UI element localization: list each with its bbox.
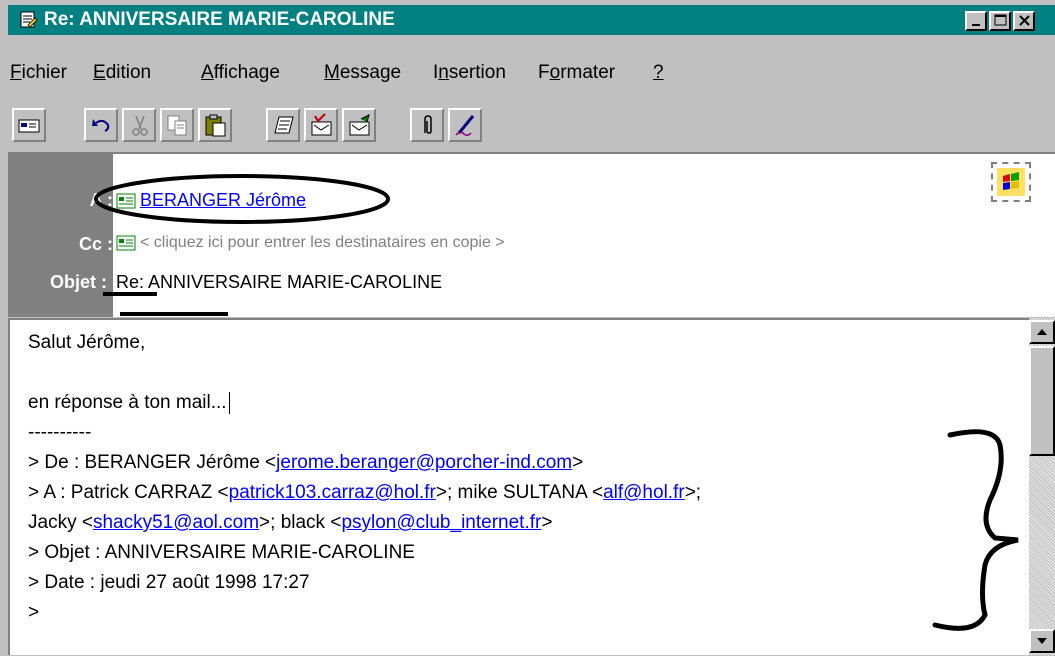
scrollbar-thumb[interactable] <box>1029 346 1055 456</box>
address-book-button[interactable] <box>266 108 300 142</box>
contact-card-icon <box>116 193 136 209</box>
to-field[interactable]: BERANGER Jérôme <box>116 190 306 211</box>
menu-formater[interactable]: Formater <box>538 62 615 84</box>
quoted-to-line: > A : Patrick CARRAZ <patrick103.carraz@… <box>28 482 702 503</box>
menu-affichage[interactable]: Affichage <box>201 62 280 84</box>
quoted-to-continuation: Jacky <shacky51@aol.com>; black <psylon@… <box>28 512 553 533</box>
menu-edition[interactable]: Edition <box>93 62 151 84</box>
subject-prefix: Re: <box>116 272 145 292</box>
message-header: A : BERANGER Jérôme Cc : < cliquez ici p… <box>8 152 1055 317</box>
menu-fichier[interactable]: Fichier <box>10 62 67 84</box>
select-recipients-button[interactable] <box>342 108 376 142</box>
maximize-button[interactable] <box>989 11 1011 31</box>
scroll-down-button[interactable] <box>1029 629 1055 653</box>
send-icon <box>18 119 40 133</box>
quoted-date-line: > Date : jeudi 27 août 1998 17:27 <box>28 572 310 593</box>
menu-insertion[interactable]: Insertion <box>433 62 506 84</box>
check-names-button[interactable] <box>304 108 338 142</box>
cc-placeholder: < cliquez ici pour entrer les destinatai… <box>140 234 505 251</box>
quoted-last-line: > <box>28 602 40 623</box>
quoted-from-line: > De : BERANGER Jérôme <jerome.beranger@… <box>28 452 584 473</box>
toolbar <box>8 100 1055 150</box>
subject-field[interactable]: Re: ANNIVERSAIRE MARIE-CAROLINE <box>116 272 442 293</box>
signature-icon <box>455 115 475 137</box>
undo-icon <box>92 119 110 132</box>
text-caret <box>228 391 230 414</box>
close-button[interactable] <box>1013 11 1035 31</box>
email-link[interactable]: psylon@club_internet.fr <box>341 512 541 533</box>
attach-button[interactable] <box>410 108 444 142</box>
cut-icon <box>132 115 148 136</box>
cc-label: Cc : <box>78 234 113 254</box>
copy-icon <box>167 115 187 136</box>
arrow-up-icon <box>1037 329 1047 335</box>
subject-text: ANNIVERSAIRE MARIE-CAROLINE <box>144 272 443 292</box>
separator-line: ---------- <box>28 422 92 443</box>
email-link[interactable]: alf@hol.fr <box>603 482 685 503</box>
check-names-icon <box>311 113 332 136</box>
contact-card-icon <box>116 235 136 251</box>
subject-label: Objet : <box>50 272 107 292</box>
menu-message[interactable]: Message <box>324 62 401 84</box>
attach-icon <box>424 115 432 134</box>
reply-line: en réponse à ton mail... <box>28 388 701 418</box>
window-title: Re: ANNIVERSAIRE MARIE-CAROLINE <box>44 9 395 30</box>
close-icon <box>1019 15 1030 26</box>
greeting-line: Salut Jérôme, <box>28 332 146 353</box>
menu-help[interactable]: ? <box>653 62 664 84</box>
menu-bar: Fichier Edition Affichage Message Insert… <box>8 58 1055 92</box>
paste-button[interactable] <box>198 108 232 142</box>
email-link[interactable]: jerome.beranger@porcher-ind.com <box>276 452 572 473</box>
vertical-scrollbar[interactable] <box>1029 318 1055 655</box>
title-bar: Re: ANNIVERSAIRE MARIE-CAROLINE <box>8 5 1055 35</box>
to-label: A : <box>89 190 113 210</box>
to-recipient[interactable]: BERANGER Jérôme <box>140 190 306 210</box>
undo-button[interactable] <box>84 108 118 142</box>
scroll-up-button[interactable] <box>1029 320 1055 344</box>
paste-icon <box>205 114 226 137</box>
signature-button[interactable] <box>448 108 482 142</box>
quoted-subject-line: > Objet : ANNIVERSAIRE MARIE-CAROLINE <box>28 542 415 563</box>
minimize-icon <box>972 24 980 26</box>
send-button[interactable] <box>12 108 46 142</box>
email-link[interactable]: shacky51@aol.com <box>93 512 259 533</box>
address-book-icon <box>274 116 294 134</box>
arrow-down-icon <box>1037 638 1047 644</box>
select-recipients-icon <box>349 114 370 136</box>
copy-button[interactable] <box>160 108 194 142</box>
stationery-stamp-icon[interactable] <box>991 162 1031 202</box>
minimize-button[interactable] <box>965 11 987 31</box>
cut-button[interactable] <box>122 108 156 142</box>
message-body[interactable]: Salut Jérôme, en réponse à ton mail... -… <box>8 318 1055 655</box>
maximize-icon <box>994 14 1007 26</box>
email-link[interactable]: patrick103.carraz@hol.fr <box>229 482 436 503</box>
compose-mail-icon <box>20 11 38 28</box>
cc-field[interactable]: < cliquez ici pour entrer les destinatai… <box>116 234 505 252</box>
